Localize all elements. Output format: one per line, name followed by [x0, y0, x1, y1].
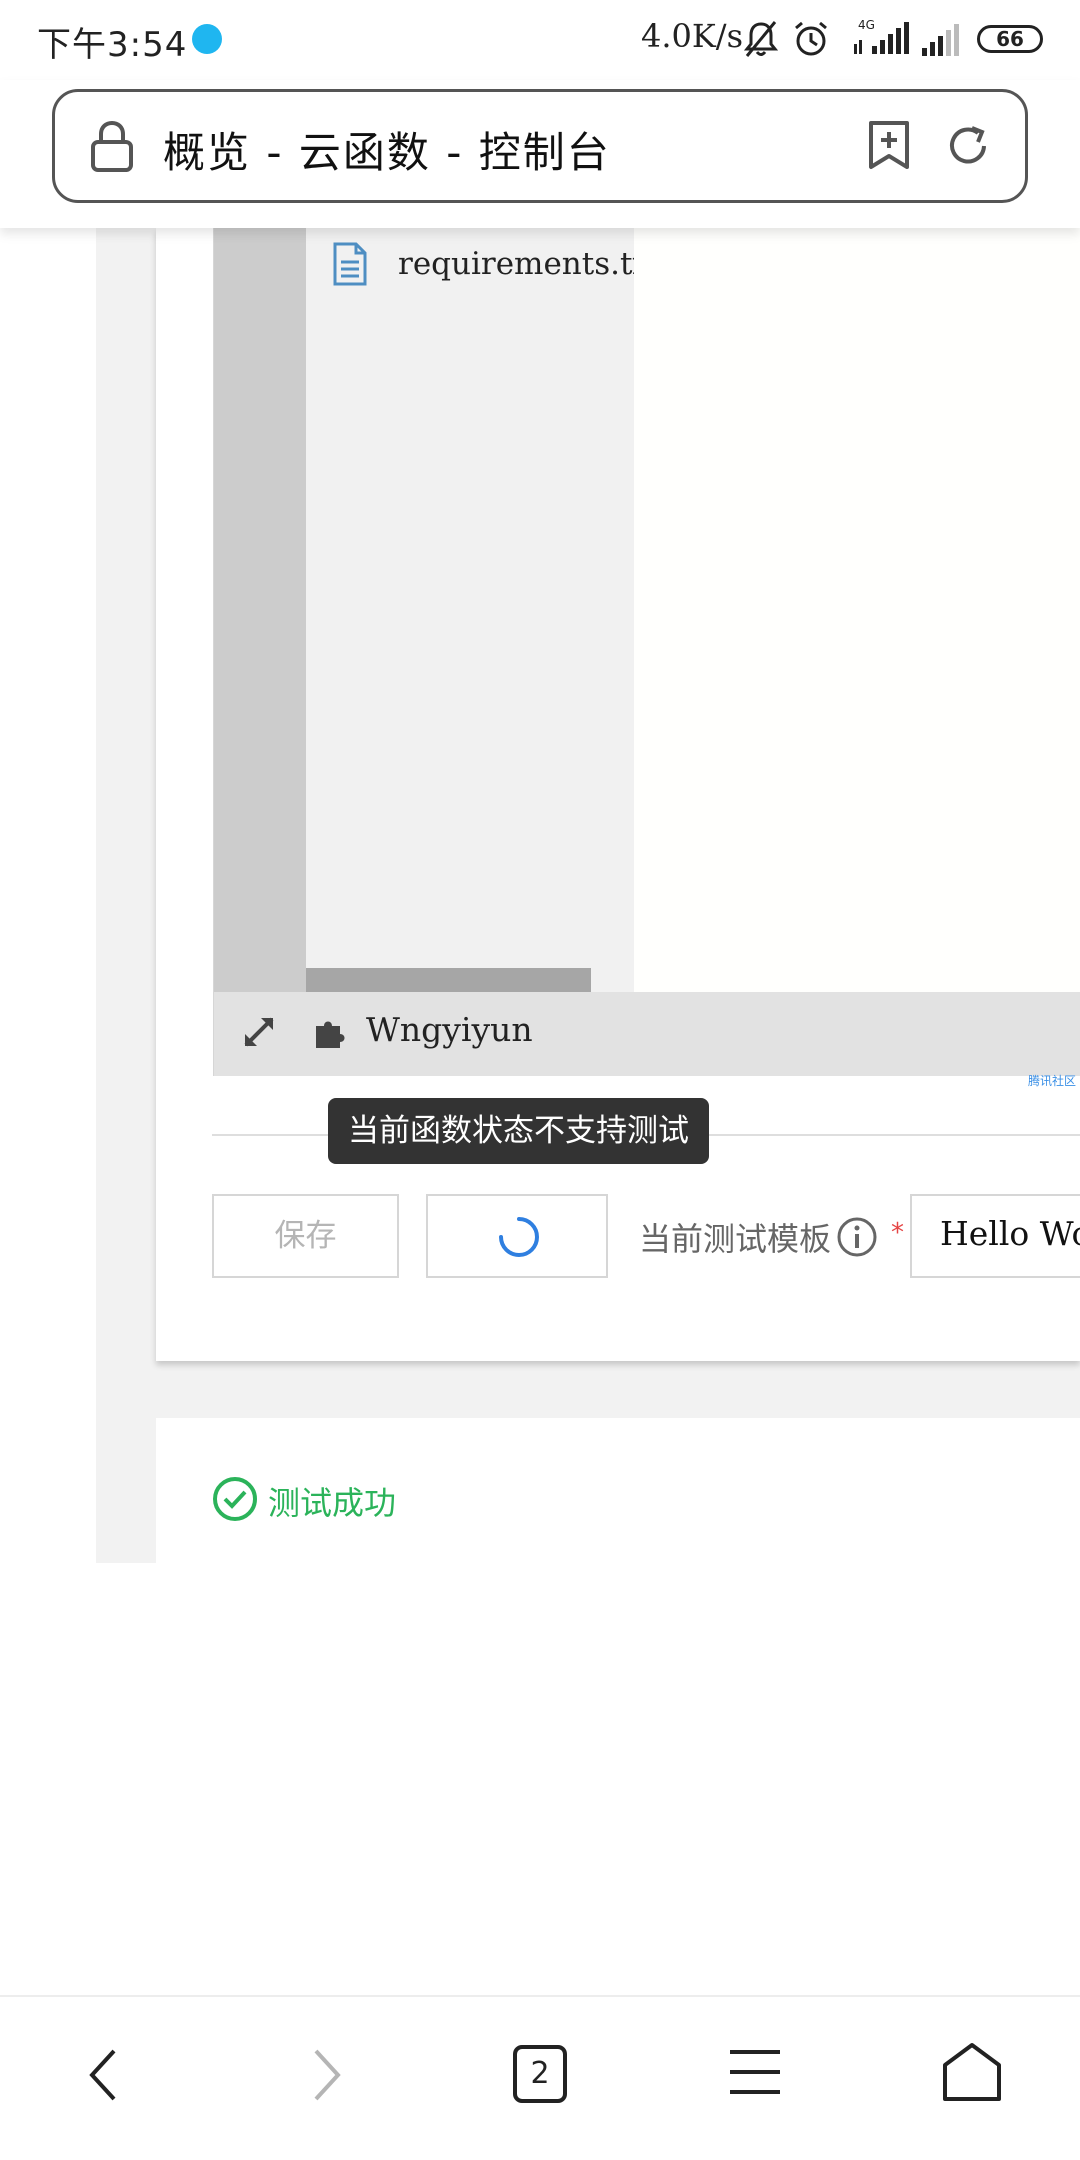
network-type-text: 4G	[858, 18, 875, 32]
forward-icon[interactable]	[306, 2045, 346, 2105]
tabs-button[interactable]: 2	[513, 2045, 567, 2103]
battery-icon: 66	[977, 25, 1043, 53]
app-notification-icon	[192, 24, 222, 54]
browser-toolbar: 概览 - 云函数 - 控制台	[0, 80, 1080, 228]
browser-bottom-nav: 2	[0, 1995, 1080, 2160]
menu-icon[interactable]	[728, 2047, 782, 2097]
template-select-value: Hello World	[940, 1214, 1080, 1253]
code-area[interactable]	[634, 228, 1080, 992]
mute-icon	[744, 21, 778, 57]
status-time: 下午3:54	[37, 25, 188, 65]
page-margin	[0, 228, 96, 1563]
required-mark: *	[891, 1218, 904, 1248]
status-bar: 下午3:54 4.0K/s 4G 66	[0, 0, 1080, 80]
reload-icon[interactable]	[944, 122, 992, 170]
save-button[interactable]: 保存	[212, 1194, 399, 1278]
info-icon[interactable]	[836, 1216, 878, 1258]
watermark-text: 腾讯社区	[1028, 1074, 1077, 1088]
spinner-icon	[499, 1217, 539, 1257]
address-bar[interactable]: 概览 - 云函数 - 控制台	[52, 89, 1028, 203]
alarm-icon	[795, 21, 827, 56]
home-icon[interactable]	[941, 2041, 1003, 2103]
file-tree-scrollbar[interactable]	[306, 968, 591, 992]
footer-label[interactable]: Wngyiyun	[366, 1010, 533, 1049]
tooltip: 当前函数状态不支持测试	[328, 1098, 709, 1164]
page-title: 概览 - 云函数 - 控制台	[163, 128, 611, 177]
network-speed: 4.0K/s	[641, 17, 743, 55]
plugin-icon[interactable]	[312, 1014, 348, 1050]
template-label: 当前测试模板	[639, 1220, 832, 1258]
file-item-requirements[interactable]: requirements.txt	[398, 246, 634, 282]
expand-icon[interactable]	[241, 1014, 277, 1050]
back-icon[interactable]	[84, 2045, 124, 2105]
test-status-text: 测试成功	[268, 1484, 397, 1522]
test-button-loading[interactable]	[426, 1194, 608, 1278]
editor-footer: Wngyiyun	[214, 992, 1080, 1076]
file-tree: requirements.txt	[306, 228, 634, 992]
check-circle-icon	[213, 1477, 257, 1521]
bookmark-add-icon[interactable]	[867, 120, 911, 170]
signal-icon: 4G	[854, 18, 909, 54]
editor-side-gutter	[214, 228, 306, 992]
signal-icon	[922, 24, 959, 56]
lock-icon	[91, 120, 133, 172]
file-icon	[333, 242, 367, 286]
test-result-card: 测试成功	[156, 1418, 1080, 1563]
template-select[interactable]: Hello World	[910, 1194, 1080, 1278]
